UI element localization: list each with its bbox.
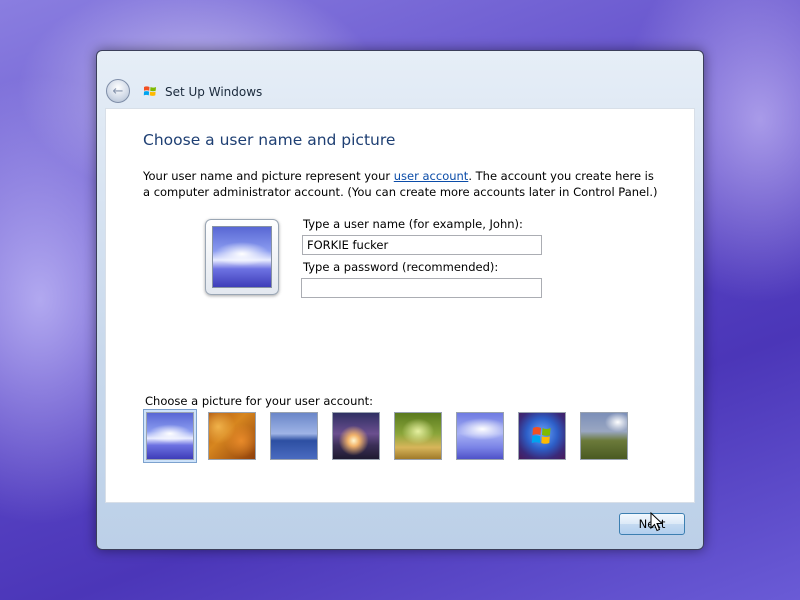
current-user-picture	[205, 219, 279, 295]
picture-option-forest[interactable]	[394, 412, 442, 460]
picture-option-lake[interactable]	[270, 412, 318, 460]
username-input[interactable]	[302, 235, 542, 255]
picture-option-sky-clouds[interactable]	[143, 409, 197, 463]
password-input[interactable]	[301, 278, 542, 298]
mouse-pointer-icon	[650, 512, 664, 532]
picture-option-windows-logo[interactable]	[518, 412, 566, 460]
current-picture-image	[212, 226, 272, 288]
back-arrow-icon: ←	[112, 83, 124, 99]
description-text-start: Your user name and picture represent you…	[143, 169, 394, 183]
window-title: Set Up Windows	[165, 85, 263, 99]
back-button[interactable]: ←	[106, 79, 130, 103]
password-label: Type a password (recommended):	[303, 260, 499, 274]
username-label: Type a user name (for example, John):	[303, 217, 523, 231]
setup-window: ← Set Up Windows Choose a user name and …	[96, 50, 704, 550]
picture-option-autumn-leaves[interactable]	[208, 412, 256, 460]
user-account-link[interactable]: user account	[394, 169, 469, 183]
page-description: Your user name and picture represent you…	[143, 169, 663, 200]
picture-option-sky[interactable]	[456, 412, 504, 460]
title-bar: ← Set Up Windows	[97, 51, 703, 107]
picture-option-sunset[interactable]	[332, 412, 380, 460]
footer-bar: Next	[105, 503, 695, 547]
windows-flag-icon	[143, 86, 156, 96]
picture-chooser-label: Choose a picture for your user account:	[145, 394, 374, 408]
windows-logo-icon	[531, 427, 551, 444]
content-panel: Choose a user name and picture Your user…	[105, 108, 695, 503]
picture-option-field[interactable]	[580, 412, 628, 460]
page-heading: Choose a user name and picture	[143, 131, 396, 149]
